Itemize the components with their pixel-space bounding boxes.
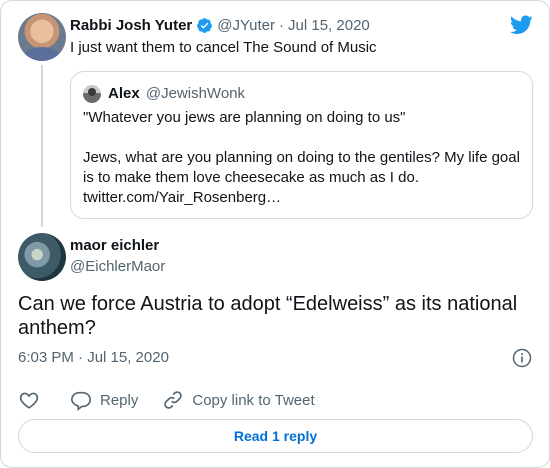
tweet-date[interactable]: Jul 15, 2020 [288,17,370,34]
quote-line-1: "Whatever you jews are planning on doing… [83,109,406,126]
quote-line-2: Jews, what are you planning on doing to … [83,149,520,186]
reply-text: Can we force Austria to adopt “Edelweiss… [18,293,518,339]
action-bar: Reply Copy link to Tweet [18,388,339,412]
reply-timestamp[interactable]: 6:03 PM · Jul 15, 2020 [18,349,169,366]
copy-link-button[interactable]: Copy link to Tweet [162,389,315,411]
tweet-header: Rabbi Josh Yuter @JYuter · Jul 15, 2020 [70,14,370,36]
tweet-text: I just want them to cancel The Sound of … [70,39,377,56]
author-name[interactable]: Rabbi Josh Yuter [70,17,192,34]
quote-author-handle: @JewishWonk [145,85,246,102]
link-icon [164,391,183,409]
twitter-bird-icon[interactable] [510,15,533,35]
quote-author-avatar [83,85,101,103]
reply-author-handle[interactable]: @EichlerMaor [70,258,165,275]
quote-link[interactable]: twitter.com/Yair_Rosenberg… [83,188,523,208]
copy-link-label: Copy link to Tweet [192,391,315,409]
thread-connector-line [41,65,43,227]
author-handle[interactable]: @JYuter [217,17,275,34]
reply-button-label: Reply [100,391,139,409]
reply-button[interactable]: Reply [70,389,138,411]
reply-bubble-icon [71,391,91,411]
verified-badge-icon [197,17,213,33]
quote-author-name: Alex [108,85,140,102]
heart-icon [19,392,39,409]
author-avatar[interactable] [18,13,66,61]
quote-header: Alex @JewishWonk [108,85,245,102]
reply-author-avatar[interactable] [18,233,66,281]
read-replies-button[interactable]: Read 1 reply [18,419,533,453]
quote-text: "Whatever you jews are planning on doing… [83,108,523,208]
embedded-tweet-card: Rabbi Josh Yuter @JYuter · Jul 15, 2020 … [0,0,550,468]
like-button[interactable] [18,389,40,411]
reply-author-name[interactable]: maor eichler [70,237,159,254]
separator-dot: · [279,16,285,34]
info-icon[interactable] [512,348,532,368]
quoted-tweet[interactable]: Alex @JewishWonk "Whatever you jews are … [70,71,533,219]
